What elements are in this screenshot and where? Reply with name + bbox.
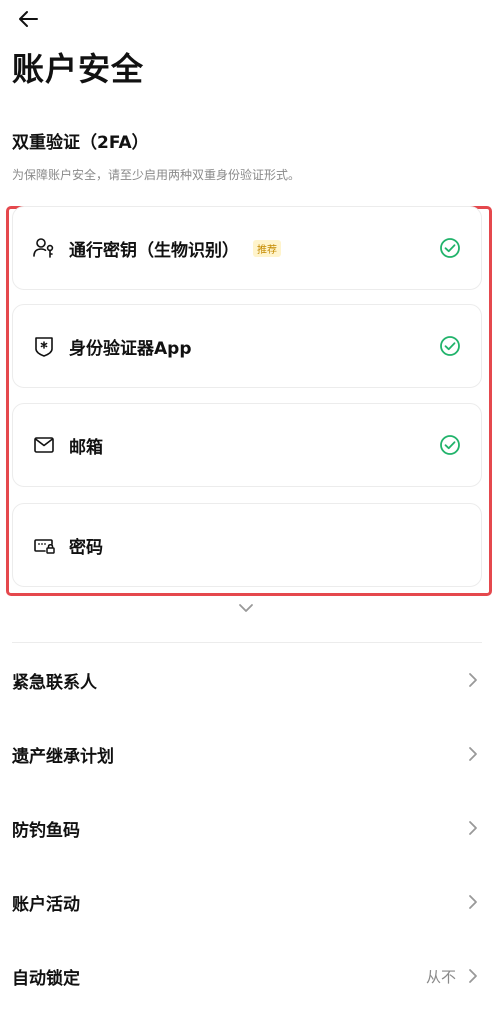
menu-item-emergency-contact[interactable]: 紧急联系人 [0,652,500,708]
menu-item-label: 账户活动 [12,894,80,915]
page-title: 账户安全 [12,50,145,88]
arrow-left-icon [19,11,38,27]
menu-item-label: 防钓鱼码 [12,820,80,841]
chevron-right-icon [466,968,480,984]
auto-lock-value: 从不 [425,967,456,986]
chevron-down-icon [239,604,253,612]
twofa-method-password[interactable]: 密码 [12,503,482,587]
twofa-method-label: 密码 [69,537,103,558]
check-circle-icon [439,434,461,456]
chevron-right-icon [466,820,480,836]
password-keyboard-lock-icon [31,532,57,558]
check-circle-icon [439,335,461,357]
menu-item-inheritance-plan[interactable]: 遗产继承计划 [0,726,500,782]
mail-icon [31,432,57,458]
account-security-page: 账户安全 双重验证（2FA） 为保障账户安全，请至少启用两种双重身份验证形式。 … [0,0,500,1009]
chevron-right-icon [466,746,480,762]
recommended-badge: 推荐 [253,239,281,257]
check-circle-icon [439,237,461,259]
twofa-method-passkey[interactable]: 通行密钥（生物识别） 推荐 [12,206,482,290]
chevron-right-icon [466,894,480,910]
menu-item-label: 遗产继承计划 [12,746,114,767]
authenticator-shield-icon [31,333,57,359]
twofa-method-label: 邮箱 [69,437,103,458]
chevron-right-icon [466,672,480,688]
menu-item-anti-phishing-code[interactable]: 防钓鱼码 [0,800,500,856]
passkey-user-icon [31,235,57,261]
twofa-method-label: 通行密钥（生物识别） [69,240,239,261]
menu-item-auto-lock[interactable]: 自动锁定 从不 [0,948,500,1004]
twofa-method-authenticator[interactable]: 身份验证器App [12,304,482,388]
section-divider [12,642,482,643]
twofa-section-title: 双重验证（2FA） [12,133,149,153]
twofa-method-email[interactable]: 邮箱 [12,403,482,487]
twofa-section-description: 为保障账户安全，请至少启用两种双重身份验证形式。 [12,168,301,182]
menu-item-label: 自动锁定 [12,968,80,989]
twofa-method-label: 身份验证器App [69,338,192,359]
menu-item-account-activity[interactable]: 账户活动 [0,874,500,930]
back-button[interactable] [10,4,46,34]
expand-more-button[interactable] [236,600,256,616]
menu-item-label: 紧急联系人 [12,672,97,693]
